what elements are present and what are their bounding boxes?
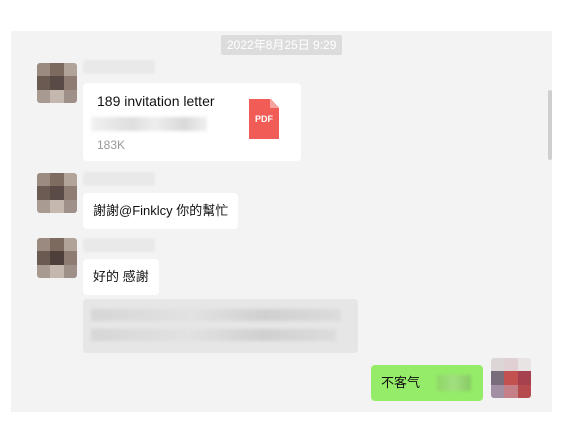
file-detail (91, 117, 207, 131)
message-timestamp: 2022年8月25日 9:29 (221, 35, 343, 55)
self-message-text: 不客气 (381, 375, 421, 390)
avatar[interactable] (37, 63, 77, 103)
file-size: 183K (97, 138, 126, 152)
avatar[interactable] (37, 173, 77, 213)
blurred-message[interactable] (83, 299, 358, 353)
message-bubble[interactable]: 謝謝@Finklcy 你的幫忙 (83, 193, 239, 229)
self-avatar[interactable] (491, 358, 531, 398)
file-message[interactable]: 189 invitation letter 183K PDF (83, 83, 301, 161)
sender-name (83, 238, 155, 252)
pdf-icon-label: PDF (255, 114, 273, 124)
blurred-text (91, 329, 336, 341)
sender-name (83, 60, 155, 74)
self-message-bubble[interactable]: 不客气 (371, 365, 483, 401)
blurred-text (91, 309, 341, 321)
avatar[interactable] (37, 238, 77, 278)
sender-name (83, 172, 155, 186)
scrollbar[interactable] (548, 90, 552, 160)
file-name: 189 invitation letter (97, 93, 215, 109)
blurred-text (437, 375, 471, 391)
message-bubble[interactable]: 好的 感謝 (83, 259, 159, 295)
